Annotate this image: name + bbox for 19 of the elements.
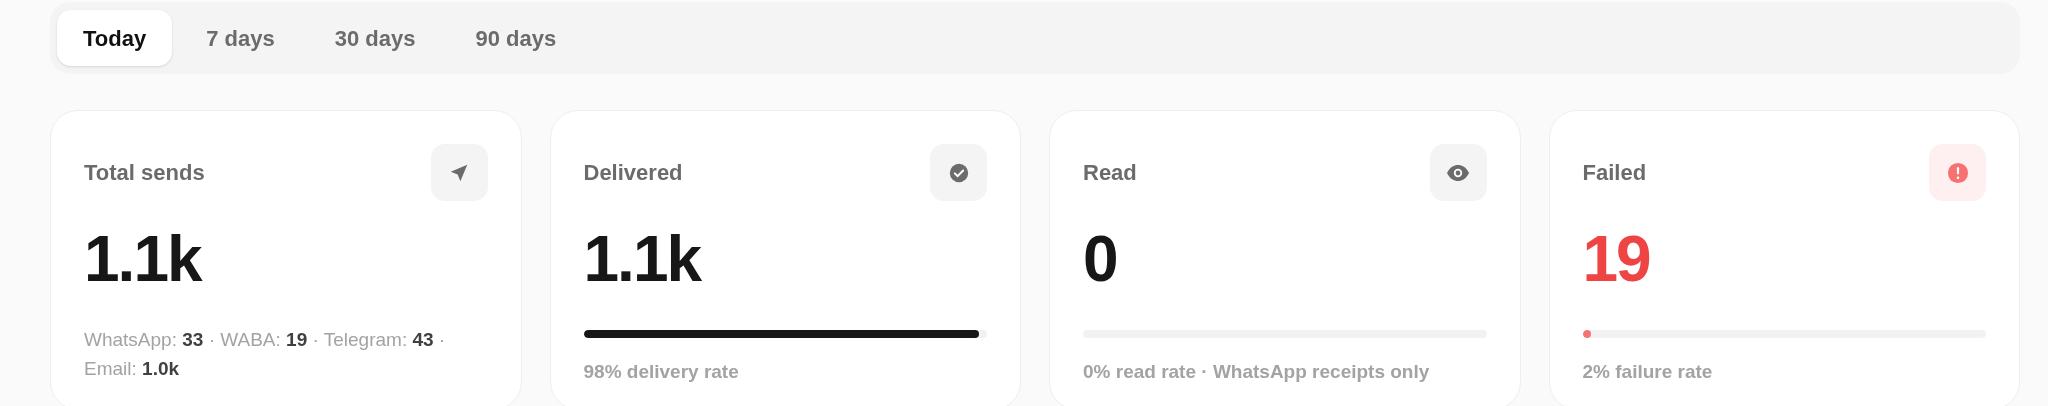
channel-breakdown: WhatsApp: 33 · WABA: 19 · Telegram: 43 · Email: 1.0k — [84, 328, 447, 381]
stat-value: 1.1k — [84, 227, 203, 291]
rate-caption: 0% read rate · WhatsApp receipts only — [1083, 360, 1431, 384]
card-title: Failed — [1582, 159, 1647, 187]
stat-value: 1.1k — [583, 227, 702, 291]
stat-value: 19 — [1582, 227, 1651, 291]
card-title: Delivered — [583, 159, 683, 187]
stat-value: 0 — [1083, 227, 1118, 291]
rate-caption: 2% failure rate — [1582, 360, 1714, 384]
alert-icon — [1946, 161, 1969, 184]
period-tab[interactable]: Today — [57, 10, 173, 66]
period-tab[interactable]: 30 days — [308, 10, 442, 66]
card-title: Total sends — [84, 159, 205, 187]
eye-icon — [1446, 163, 1470, 182]
check-circle-icon — [948, 162, 969, 183]
period-tab[interactable]: 7 days — [180, 10, 301, 66]
rate-caption: 98% delivery rate — [583, 360, 740, 384]
card-title: Read — [1083, 159, 1137, 187]
period-tab[interactable]: 90 days — [449, 10, 583, 66]
